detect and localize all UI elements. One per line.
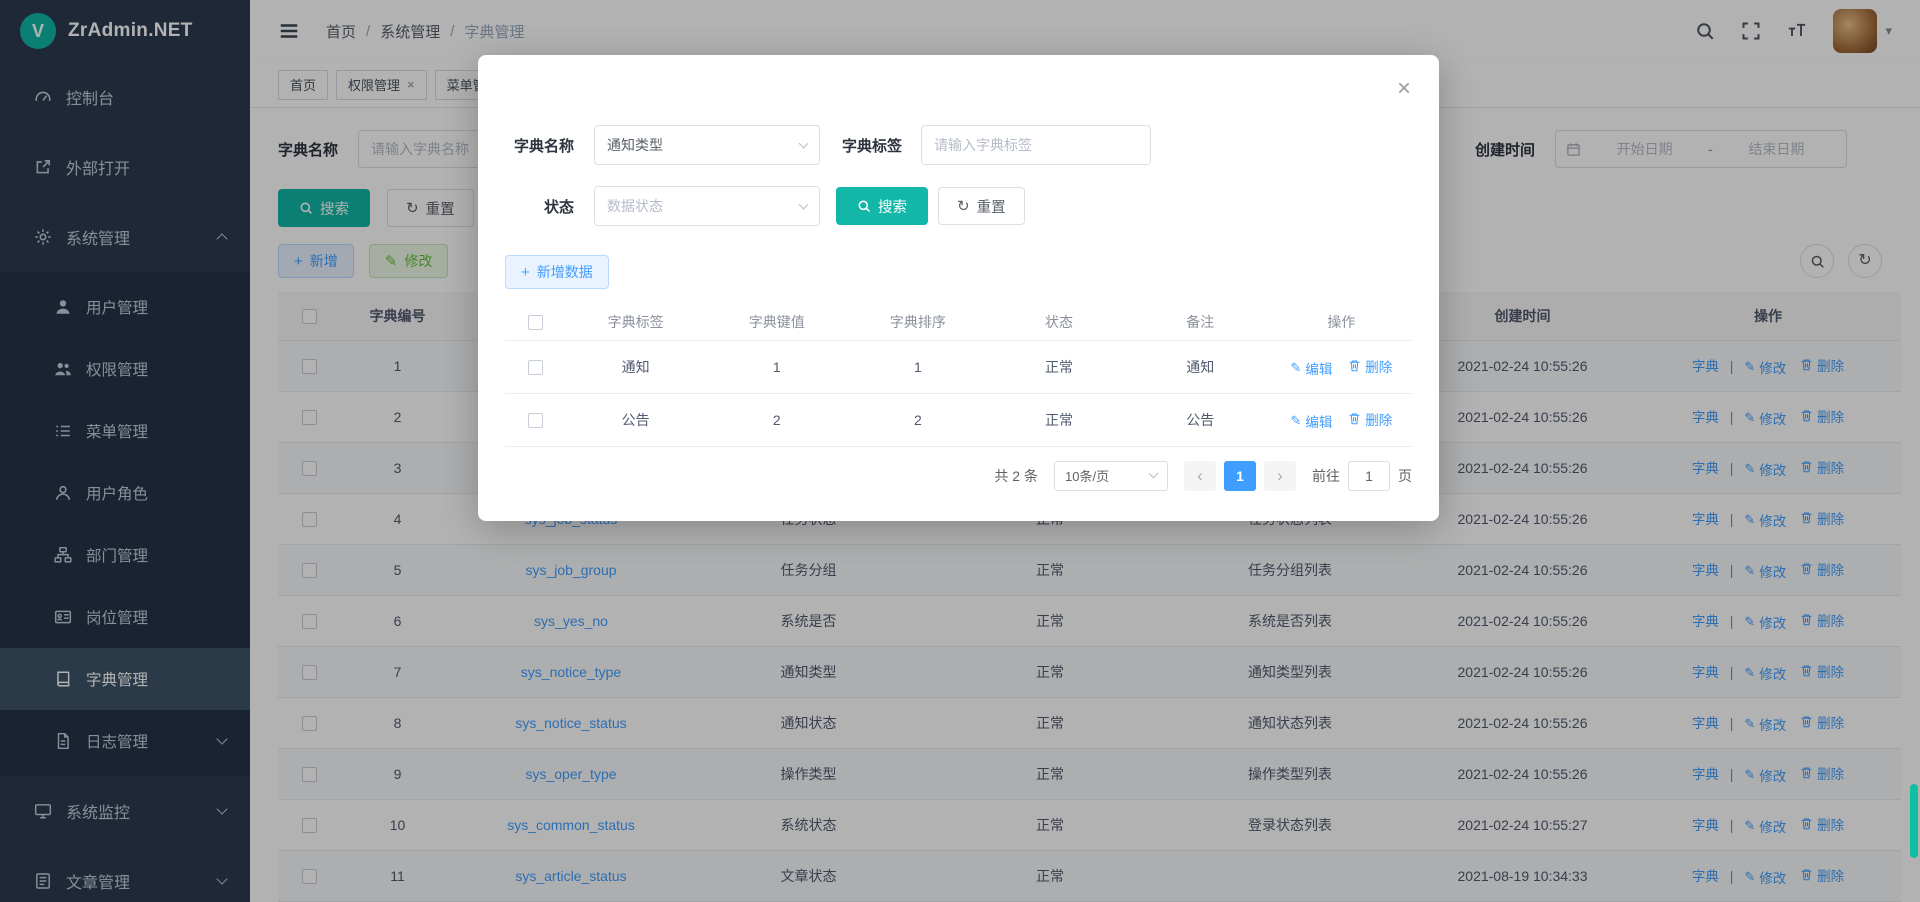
status-label: 状态 (505, 196, 594, 217)
page-number-active[interactable]: 1 (1224, 461, 1256, 491)
page-size-select[interactable]: 10条/页 (1054, 461, 1168, 491)
page-scrollbar-thumb[interactable] (1910, 784, 1918, 858)
row-checkbox-cell (505, 393, 565, 446)
refresh-icon: ↻ (957, 199, 970, 214)
dict-label-header: 字典标签 (565, 304, 706, 340)
dialog-search-button[interactable]: 搜索 (836, 187, 928, 225)
dict-sort-cell: 2 (847, 393, 988, 446)
select-all-checkbox[interactable] (528, 315, 543, 330)
dict-name-select[interactable]: 通知类型 (594, 125, 820, 165)
chevron-down-icon (799, 138, 809, 148)
row-actions-cell: ✎编辑 删除 (1271, 340, 1412, 393)
dict-label-cell: 通知 (565, 340, 706, 393)
dict-sort-cell: 1 (847, 340, 988, 393)
dialog-table-header-row: 字典标签 字典键值 字典排序 状态 备注 操作 (505, 304, 1412, 340)
dict-label-input[interactable] (921, 125, 1151, 165)
remark-cell: 公告 (1130, 393, 1271, 446)
row-edit-link[interactable]: ✎编辑 (1290, 358, 1332, 378)
remark-cell: 通知 (1130, 340, 1271, 393)
select-all-header (505, 304, 565, 340)
dict-value-cell: 1 (706, 340, 847, 393)
dict-data-dialog: × 字典名称 通知类型 字典标签 状态 数据状态 搜索 ↻ 重置 + 新增数据 (478, 55, 1439, 521)
remark-header: 备注 (1130, 304, 1271, 340)
dict-data-table: 字典标签 字典键值 字典排序 状态 备注 操作 通知 1 1 正常 通知 ✎ (505, 304, 1412, 447)
row-checkbox-cell (505, 340, 565, 393)
dict-value-header: 字典键值 (706, 304, 847, 340)
table-row: 公告 2 2 正常 公告 ✎编辑 删除 (505, 393, 1412, 446)
add-dict-data-button[interactable]: + 新增数据 (505, 255, 609, 289)
status-cell: 正常 (988, 340, 1129, 393)
row-edit-link[interactable]: ✎编辑 (1290, 411, 1332, 431)
selected-value: 通知类型 (607, 135, 663, 155)
row-checkbox[interactable] (528, 360, 543, 375)
pagination-goto: 前往 页 (1312, 461, 1412, 491)
dict-sort-header: 字典排序 (847, 304, 988, 340)
status-header: 状态 (988, 304, 1129, 340)
close-icon[interactable]: × (1397, 77, 1411, 101)
select-placeholder: 数据状态 (607, 196, 663, 216)
status-cell: 正常 (988, 393, 1129, 446)
page-unit-label: 页 (1398, 466, 1412, 486)
row-actions-cell: ✎编辑 删除 (1271, 393, 1412, 446)
dict-name-label: 字典名称 (505, 135, 594, 156)
delete-icon (1348, 412, 1361, 425)
next-page-button[interactable]: › (1264, 461, 1296, 491)
actions-header: 操作 (1271, 304, 1412, 340)
prev-page-button[interactable]: ‹ (1184, 461, 1216, 491)
dict-value-cell: 2 (706, 393, 847, 446)
goto-page-input[interactable] (1348, 461, 1390, 491)
dialog-pagination: 共 2 条 10条/页 ‹ 1 › 前往 页 (505, 461, 1412, 491)
row-checkbox[interactable] (528, 413, 543, 428)
dialog-filter-row-1: 字典名称 通知类型 字典标签 (505, 125, 1412, 165)
edit-icon: ✎ (1290, 414, 1301, 427)
status-select[interactable]: 数据状态 (594, 186, 820, 226)
delete-icon (1348, 359, 1361, 372)
table-row: 通知 1 1 正常 通知 ✎编辑 删除 (505, 340, 1412, 393)
row-delete-link[interactable]: 删除 (1348, 409, 1392, 429)
dict-label-cell: 公告 (565, 393, 706, 446)
chevron-down-icon (1149, 469, 1159, 479)
page-size-value: 10条/页 (1065, 466, 1109, 485)
plus-icon: + (521, 265, 530, 280)
dict-data-table-body: 通知 1 1 正常 通知 ✎编辑 删除 公告 2 2 正常 (505, 340, 1412, 446)
dialog-filter-row-2: 状态 数据状态 搜索 ↻ 重置 (505, 186, 1412, 226)
edit-icon: ✎ (1290, 361, 1301, 374)
row-delete-link[interactable]: 删除 (1348, 356, 1392, 376)
goto-label: 前往 (1312, 466, 1340, 486)
dialog-reset-button[interactable]: ↻ 重置 (938, 187, 1025, 225)
search-icon (857, 199, 871, 213)
chevron-down-icon (799, 199, 809, 209)
dict-label-label: 字典标签 (842, 135, 921, 156)
pagination-total: 共 2 条 (994, 466, 1038, 486)
